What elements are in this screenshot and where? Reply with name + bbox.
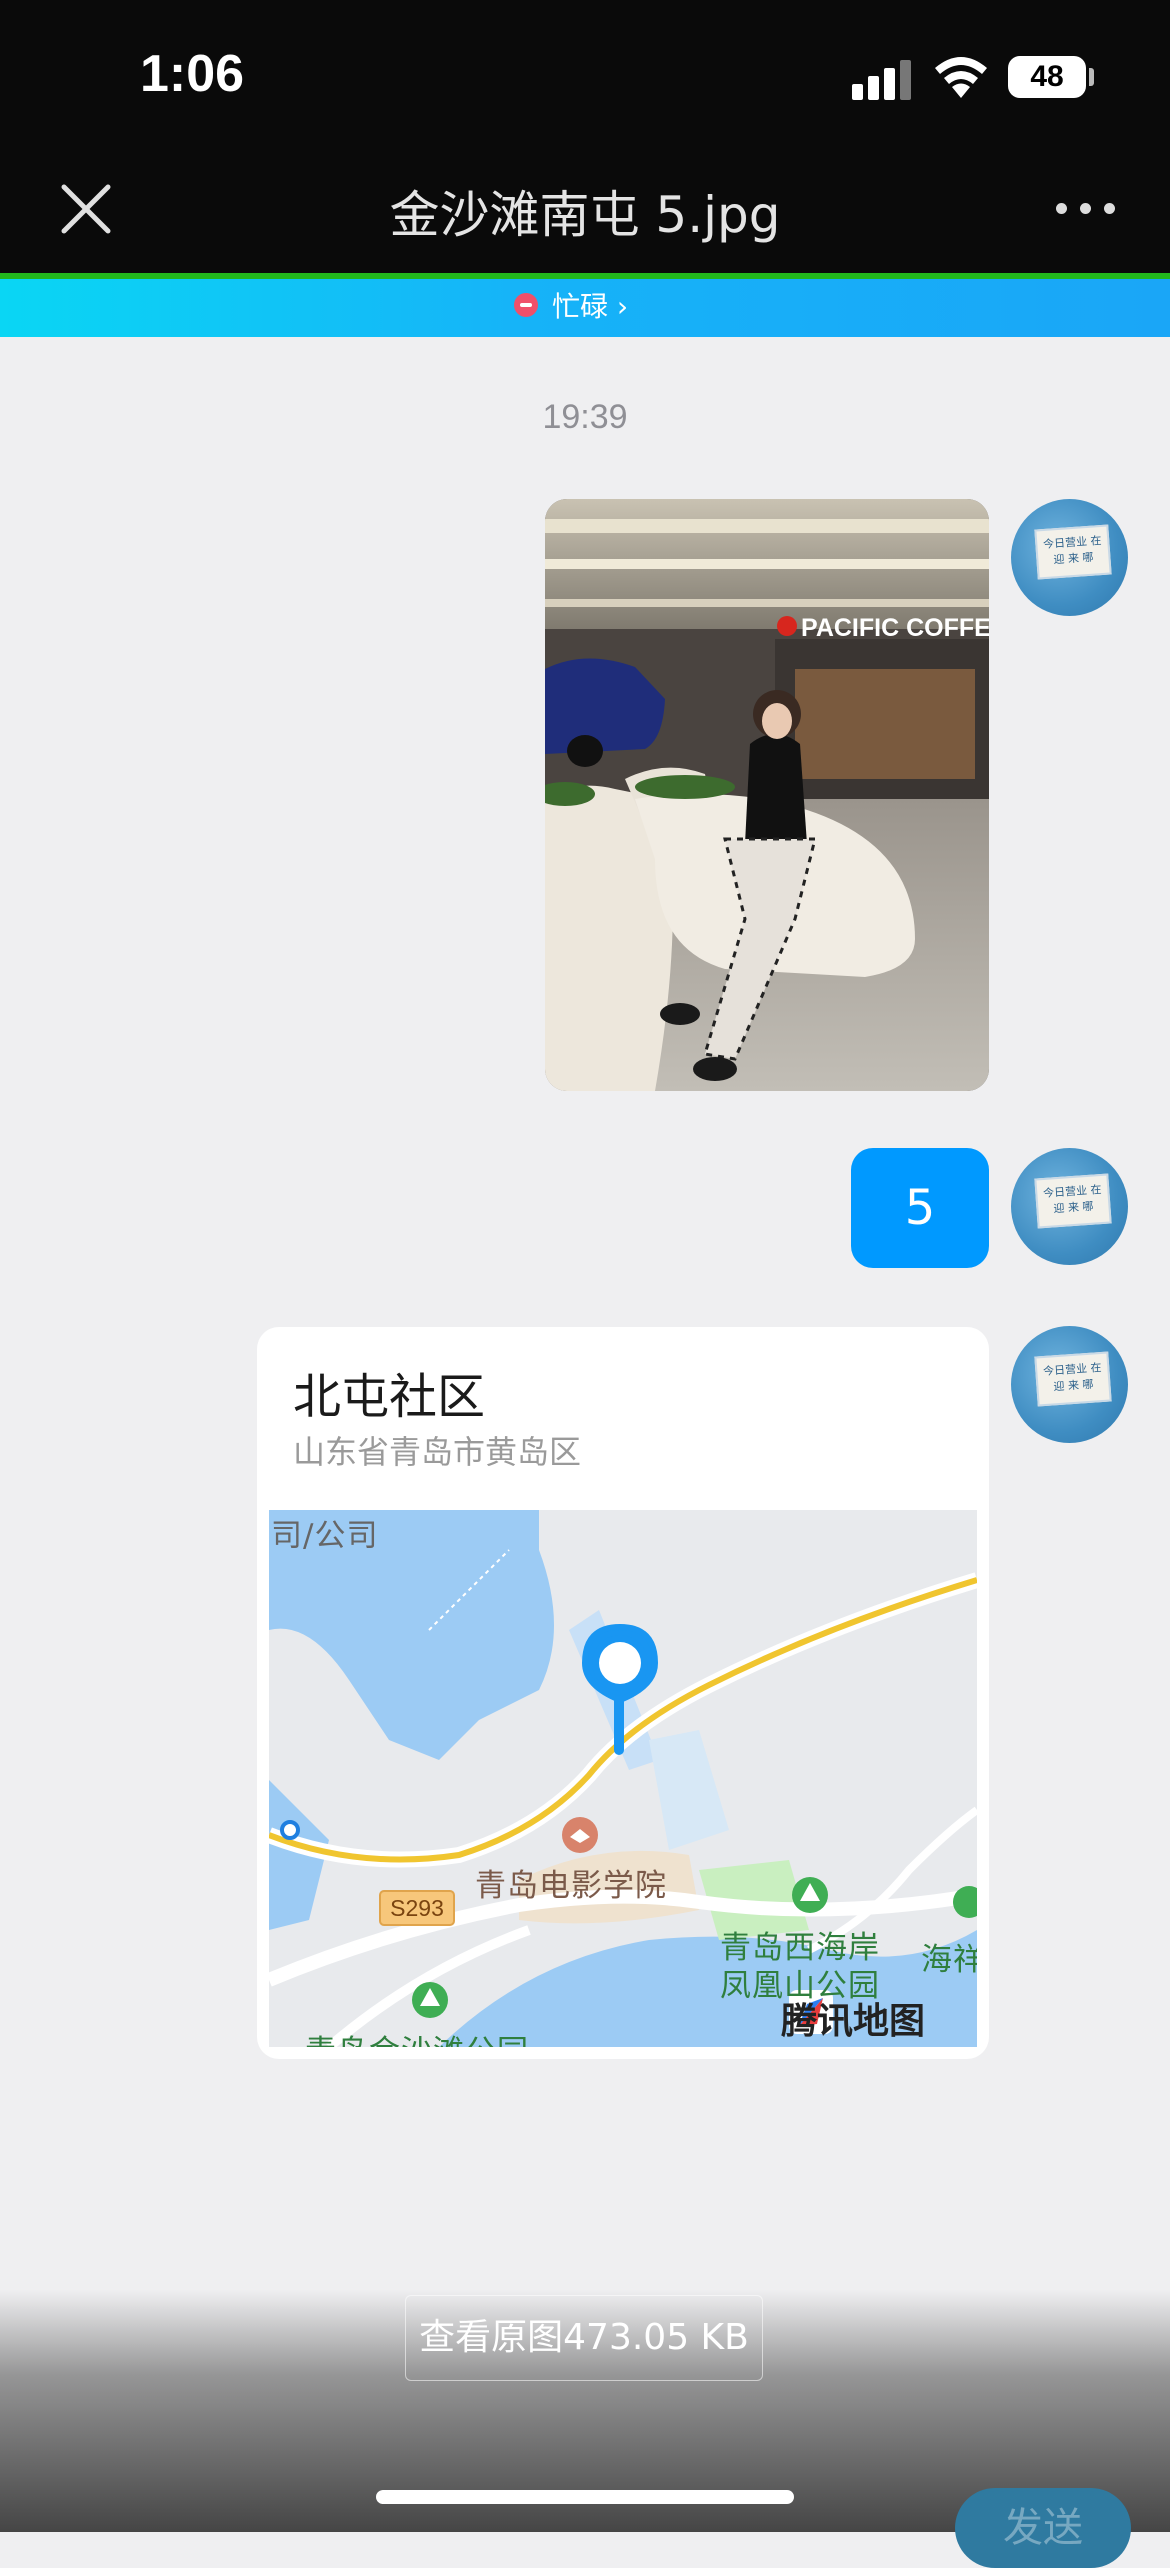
map-label-corner: 司/公司 (271, 1518, 379, 1554)
photo-image: PACIFIC COFFEE (545, 499, 989, 1091)
file-title: 金沙滩南屯 5.jpg (389, 186, 781, 244)
busy-status[interactable]: 忙碌 › (514, 285, 628, 325)
avatar[interactable]: 今日营业 在 迎 来 哪 (1011, 1326, 1128, 1443)
more-options-icon[interactable] (1050, 181, 1120, 237)
battery-level: 48 (1008, 56, 1086, 98)
message-timestamp: 19:39 (542, 398, 628, 436)
busy-status-label: 忙碌 › (552, 290, 629, 323)
tencent-map-brand-label: 腾讯地图 (781, 2001, 926, 2042)
status-bar: 1:06 48 (0, 0, 1170, 145)
battery-tip (1089, 68, 1094, 86)
status-time: 1:06 (140, 45, 245, 103)
map-label-golden-beach-park: 青岛金沙滩公园 (305, 2026, 529, 2047)
avatar-note: 今日营业 在 迎 来 哪 (1034, 1351, 1112, 1407)
location-title: 北屯社区 (293, 1369, 486, 1425)
pacific-coffee-sign: PACIFIC COFFEE (801, 614, 989, 642)
location-map[interactable]: 司/公司 S293 青岛电影学院 青岛西海岸 凤凰山公园 海祥 青岛金沙滩公园 … (269, 1510, 977, 2047)
send-button[interactable]: 发送 (955, 2488, 1131, 2568)
chat-status-banner: 忙碌 › (0, 279, 1170, 337)
avatar-note: 今日营业 在 迎 来 哪 (1034, 1173, 1112, 1229)
avatar[interactable]: 今日营业 在 迎 来 哪 (1011, 499, 1128, 616)
text-message-bubble[interactable]: 5 (851, 1148, 989, 1268)
road-badge-s293: S293 (379, 1890, 455, 1926)
avatar-note: 今日营业 在 迎 来 哪 (1034, 524, 1112, 580)
location-message-card[interactable]: 北屯社区 山东省青岛市黄岛区 司/公司 S293 青岛电影学院 青岛西海岸 凤凰… (257, 1327, 989, 2059)
home-indicator[interactable] (376, 2490, 794, 2504)
map-label-haixiang: 海祥 (921, 1942, 977, 1978)
wifi-icon (935, 57, 987, 98)
tencent-map-logo: 腾讯地图 (781, 1992, 925, 2044)
location-address: 山东省青岛市黄岛区 (293, 1433, 582, 1471)
photo-message[interactable]: PACIFIC COFFEE (545, 499, 989, 1091)
busy-icon (514, 293, 538, 317)
map-label-film-academy: 青岛电影学院 (475, 1868, 667, 1904)
cellular-signal-icon (852, 60, 914, 100)
view-original-button[interactable]: 查看原图473.05 KB (405, 2295, 763, 2381)
avatar[interactable]: 今日营业 在 迎 来 哪 (1011, 1148, 1128, 1265)
viewer-header: 金沙滩南屯 5.jpg (0, 145, 1170, 273)
